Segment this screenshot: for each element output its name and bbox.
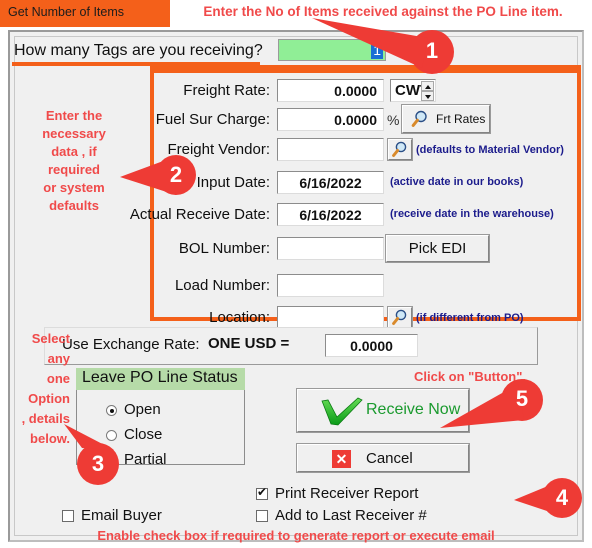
select-freight-unit[interactable]: CWT: [390, 79, 436, 102]
magnifier-icon: [391, 141, 410, 159]
row-bol-number: BOL Number:: [150, 238, 270, 262]
annotation-enter-data-line-4: required: [47, 162, 100, 177]
input-exchange-rate[interactable]: 0.0000: [325, 334, 418, 357]
callout-2-number: 2: [169, 162, 183, 187]
spinner-freight-unit[interactable]: [421, 81, 434, 102]
cancel-label: Cancel: [366, 450, 413, 467]
magnifier-icon: [391, 309, 410, 327]
checkbox-indicator: [256, 510, 268, 522]
input-fuel-surcharge[interactable]: 0.0000: [277, 108, 384, 131]
value-freight-rate: 0.0000: [334, 83, 377, 99]
value-fuel-surcharge: 0.0000: [334, 112, 377, 128]
screenshot-root: Get Number of Items Enter the No of Item…: [0, 0, 592, 548]
label-load-number: Load Number:: [174, 277, 270, 294]
window-titlebar: Get Number of Items: [0, 0, 170, 27]
location-lookup-button[interactable]: [387, 306, 413, 329]
label-location: Location:: [209, 309, 270, 326]
input-bol-number[interactable]: [277, 237, 384, 260]
callout-4-number: 4: [555, 485, 569, 510]
input-actual-receive-date[interactable]: 6/16/2022: [277, 203, 384, 226]
radio-open-label: Open: [124, 401, 161, 418]
label-bol-number: BOL Number:: [178, 240, 270, 257]
value-actual-receive-date: 6/16/2022: [299, 207, 362, 223]
note-input-date: (active date in our books): [390, 176, 524, 188]
annotation-enter-data-line-2: necessary: [42, 126, 106, 141]
checkbox-add-to-last-receiver-label: Add to Last Receiver #: [275, 507, 427, 524]
annotation-enter-data-line-1: Enter the: [45, 108, 103, 123]
input-freight-rate[interactable]: 0.0000: [277, 79, 384, 102]
magnifier-icon: [411, 110, 431, 129]
callout-1: 1: [306, 16, 466, 76]
frt-rates-button[interactable]: Frt Rates: [401, 104, 491, 134]
label-percent-sign: %: [387, 112, 400, 128]
radio-open-indicator: [106, 405, 117, 416]
checkmark-icon: [320, 397, 364, 430]
callout-3: 3: [56, 422, 146, 494]
value-input-date: 6/16/2022: [299, 175, 362, 191]
po-line-status-header: Leave PO Line Status: [76, 368, 245, 390]
row-fuel-surcharge: Fuel Sur Charge:: [140, 109, 270, 133]
callout-5: 5: [438, 378, 558, 436]
cancel-button[interactable]: ✕ Cancel: [296, 443, 470, 473]
annotation-enter-data-line-6: defaults: [49, 198, 99, 213]
checkbox-indicator: [256, 485, 268, 500]
window-title: Get Number of Items: [8, 5, 125, 19]
tags-question-label: How many Tags are you receiving?: [14, 42, 263, 59]
annotation-select-option-line-4: Option: [28, 391, 70, 406]
callout-5-number: 5: [515, 386, 529, 411]
callout-4: 4: [512, 472, 592, 524]
label-exchange-currency: ONE USD =: [208, 335, 290, 352]
callout-1-number: 1: [425, 38, 439, 63]
annotation-enter-data-line-3: data , if: [51, 144, 97, 159]
value-exchange-rate: 0.0000: [350, 338, 393, 354]
row-freight-rate: Freight Rate:: [170, 80, 270, 104]
note-freight-vendor: (defaults to Material Vendor): [416, 144, 564, 156]
input-location[interactable]: [277, 306, 384, 329]
callout-2: 2: [118, 150, 228, 202]
annotation-bottom: Enable check box if required to generate…: [97, 528, 495, 543]
input-input-date[interactable]: 6/16/2022: [277, 171, 384, 194]
checkbox-indicator: [62, 510, 74, 522]
checkbox-print-receiver-report-label: Print Receiver Report: [275, 485, 419, 502]
spinner-down-icon[interactable]: [421, 91, 434, 101]
input-freight-vendor[interactable]: [277, 138, 384, 161]
input-load-number[interactable]: [277, 274, 384, 297]
label-fuel-surcharge: Fuel Sur Charge:: [155, 111, 270, 128]
label-actual-receive-date: Actual Receive Date:: [129, 206, 270, 223]
po-line-status-title: Leave PO Line Status: [82, 369, 238, 386]
spinner-up-icon[interactable]: [421, 81, 434, 91]
row-load-number: Load Number:: [150, 275, 270, 299]
annotation-select-option-line-3: one: [46, 371, 70, 386]
callout-3-number: 3: [91, 451, 105, 476]
frt-rates-label: Frt Rates: [436, 112, 486, 126]
annotation-select-option-line-2: any: [47, 351, 70, 366]
annotation-enter-data-line-5: or system: [43, 180, 105, 195]
pick-edi-label: Pick EDI: [408, 240, 467, 257]
label-freight-rate: Freight Rate:: [183, 82, 270, 99]
note-location: (if different from PO): [416, 312, 524, 324]
annotation-select-option-line-1: Select: [31, 331, 70, 346]
freight-vendor-lookup-button[interactable]: [387, 138, 413, 161]
close-icon: ✕: [332, 450, 351, 468]
label-exchange-rate: Use Exchange Rate:: [62, 336, 200, 353]
row-actual-receive-date: Actual Receive Date:: [110, 204, 270, 228]
pick-edi-button[interactable]: Pick EDI: [385, 234, 490, 263]
checkbox-email-buyer-label: Email Buyer: [81, 507, 162, 524]
note-actual-receive-date: (receive date in the warehouse): [390, 208, 554, 220]
